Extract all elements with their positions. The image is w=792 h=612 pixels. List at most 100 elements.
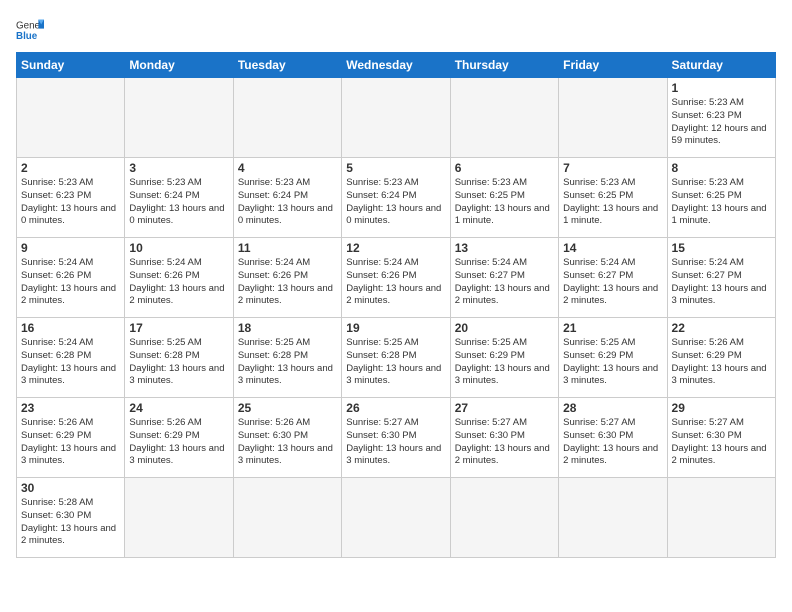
calendar-day-cell: 30 Sunrise: 5:28 AM Sunset: 6:30 PM Dayli… <box>17 478 125 558</box>
day-sun-info: Sunrise: 5:27 AM Sunset: 6:30 PM Dayligh… <box>672 417 771 468</box>
calendar-day-cell: 28 Sunrise: 5:27 AM Sunset: 6:30 PM Dayli… <box>559 398 667 478</box>
day-sun-info: Sunrise: 5:25 AM Sunset: 6:28 PM Dayligh… <box>238 337 337 388</box>
calendar-day-cell: 3 Sunrise: 5:23 AM Sunset: 6:24 PM Daylig… <box>125 158 233 238</box>
day-sun-info: Sunrise: 5:26 AM Sunset: 6:29 PM Dayligh… <box>129 417 228 468</box>
day-number: 29 <box>672 401 771 415</box>
day-number: 21 <box>563 321 662 335</box>
calendar-day-cell: 14 Sunrise: 5:24 AM Sunset: 6:27 PM Dayli… <box>559 238 667 318</box>
day-sun-info: Sunrise: 5:23 AM Sunset: 6:24 PM Dayligh… <box>129 177 228 228</box>
calendar-day-cell: 6Sunrise: 5:23 AM Sunset: 6:25 PM Daylig… <box>450 158 558 238</box>
calendar-day-cell <box>17 78 125 158</box>
calendar-day-cell: 29 Sunrise: 5:27 AM Sunset: 6:30 PM Dayli… <box>667 398 775 478</box>
day-number: 1 <box>672 81 771 95</box>
day-sun-info: Sunrise: 5:23 AM Sunset: 6:25 PM Dayligh… <box>672 177 771 228</box>
weekday-header-monday: Monday <box>125 53 233 78</box>
calendar-week-6: 30 Sunrise: 5:28 AM Sunset: 6:30 PM Dayli… <box>17 478 776 558</box>
day-sun-info: Sunrise: 5:24 AM Sunset: 6:26 PM Dayligh… <box>346 257 445 308</box>
day-sun-info: Sunrise: 5:24 AM Sunset: 6:27 PM Dayligh… <box>563 257 662 308</box>
day-number: 28 <box>563 401 662 415</box>
day-number: 13 <box>455 241 554 255</box>
generalblue-logo-icon: General Blue <box>16 16 44 44</box>
calendar-day-cell: 4 Sunrise: 5:23 AM Sunset: 6:24 PM Daylig… <box>233 158 341 238</box>
calendar-day-cell <box>667 478 775 558</box>
calendar-day-cell <box>450 478 558 558</box>
day-number: 10 <box>129 241 228 255</box>
day-sun-info: Sunrise: 5:23 AM Sunset: 6:24 PM Dayligh… <box>346 177 445 228</box>
calendar-day-cell <box>342 78 450 158</box>
header: General Blue <box>16 16 776 44</box>
day-number: 6 <box>455 161 554 175</box>
day-number: 3 <box>129 161 228 175</box>
weekday-header-tuesday: Tuesday <box>233 53 341 78</box>
calendar-day-cell <box>342 478 450 558</box>
day-number: 12 <box>346 241 445 255</box>
day-sun-info: Sunrise: 5:26 AM Sunset: 6:29 PM Dayligh… <box>21 417 120 468</box>
calendar-day-cell: 2Sunrise: 5:23 AM Sunset: 6:23 PM Daylig… <box>17 158 125 238</box>
calendar-table: SundayMondayTuesdayWednesdayThursdayFrid… <box>16 52 776 558</box>
calendar-day-cell: 24 Sunrise: 5:26 AM Sunset: 6:29 PM Dayli… <box>125 398 233 478</box>
calendar-day-cell: 11Sunrise: 5:24 AM Sunset: 6:26 PM Dayli… <box>233 238 341 318</box>
day-sun-info: Sunrise: 5:23 AM Sunset: 6:23 PM Dayligh… <box>672 97 771 148</box>
svg-text:Blue: Blue <box>16 31 38 42</box>
calendar-week-3: 9 Sunrise: 5:24 AM Sunset: 6:26 PM Daylig… <box>17 238 776 318</box>
weekday-header-thursday: Thursday <box>450 53 558 78</box>
calendar-day-cell <box>559 78 667 158</box>
calendar-day-cell: 23 Sunrise: 5:26 AM Sunset: 6:29 PM Dayli… <box>17 398 125 478</box>
day-sun-info: Sunrise: 5:25 AM Sunset: 6:28 PM Dayligh… <box>346 337 445 388</box>
day-sun-info: Sunrise: 5:25 AM Sunset: 6:28 PM Dayligh… <box>129 337 228 388</box>
day-number: 30 <box>21 481 120 495</box>
day-sun-info: Sunrise: 5:23 AM Sunset: 6:24 PM Dayligh… <box>238 177 337 228</box>
day-number: 16 <box>21 321 120 335</box>
day-number: 22 <box>672 321 771 335</box>
day-number: 25 <box>238 401 337 415</box>
day-sun-info: Sunrise: 5:26 AM Sunset: 6:29 PM Dayligh… <box>672 337 771 388</box>
calendar-day-cell <box>559 478 667 558</box>
calendar-day-cell: 12 Sunrise: 5:24 AM Sunset: 6:26 PM Dayli… <box>342 238 450 318</box>
day-number: 11 <box>238 241 337 255</box>
weekday-header-row: SundayMondayTuesdayWednesdayThursdayFrid… <box>17 53 776 78</box>
day-number: 9 <box>21 241 120 255</box>
calendar-day-cell: 13 Sunrise: 5:24 AM Sunset: 6:27 PM Dayli… <box>450 238 558 318</box>
day-sun-info: Sunrise: 5:23 AM Sunset: 6:25 PM Dayligh… <box>563 177 662 228</box>
day-number: 23 <box>21 401 120 415</box>
day-number: 17 <box>129 321 228 335</box>
day-sun-info: Sunrise: 5:26 AM Sunset: 6:30 PM Dayligh… <box>238 417 337 468</box>
calendar-day-cell: 18 Sunrise: 5:25 AM Sunset: 6:28 PM Dayli… <box>233 318 341 398</box>
calendar-day-cell: 25 Sunrise: 5:26 AM Sunset: 6:30 PM Dayli… <box>233 398 341 478</box>
day-number: 8 <box>672 161 771 175</box>
calendar-day-cell: 5 Sunrise: 5:23 AM Sunset: 6:24 PM Daylig… <box>342 158 450 238</box>
day-sun-info: Sunrise: 5:24 AM Sunset: 6:28 PM Dayligh… <box>21 337 120 388</box>
day-sun-info: Sunrise: 5:24 AM Sunset: 6:26 PM Dayligh… <box>129 257 228 308</box>
calendar-day-cell: 27 Sunrise: 5:27 AM Sunset: 6:30 PM Dayli… <box>450 398 558 478</box>
calendar-week-1: 1 Sunrise: 5:23 AM Sunset: 6:23 PM Daylig… <box>17 78 776 158</box>
calendar-day-cell: 19 Sunrise: 5:25 AM Sunset: 6:28 PM Dayli… <box>342 318 450 398</box>
day-sun-info: Sunrise: 5:27 AM Sunset: 6:30 PM Dayligh… <box>346 417 445 468</box>
calendar-day-cell: 1 Sunrise: 5:23 AM Sunset: 6:23 PM Daylig… <box>667 78 775 158</box>
day-number: 19 <box>346 321 445 335</box>
logo: General Blue <box>16 16 44 44</box>
day-number: 26 <box>346 401 445 415</box>
day-number: 27 <box>455 401 554 415</box>
weekday-header-saturday: Saturday <box>667 53 775 78</box>
calendar-day-cell <box>233 78 341 158</box>
calendar-week-4: 16 Sunrise: 5:24 AM Sunset: 6:28 PM Dayli… <box>17 318 776 398</box>
day-number: 4 <box>238 161 337 175</box>
day-sun-info: Sunrise: 5:25 AM Sunset: 6:29 PM Dayligh… <box>563 337 662 388</box>
calendar-day-cell: 20Sunrise: 5:25 AM Sunset: 6:29 PM Dayli… <box>450 318 558 398</box>
calendar-day-cell: 26 Sunrise: 5:27 AM Sunset: 6:30 PM Dayli… <box>342 398 450 478</box>
day-number: 15 <box>672 241 771 255</box>
day-sun-info: Sunrise: 5:24 AM Sunset: 6:26 PM Dayligh… <box>21 257 120 308</box>
day-number: 24 <box>129 401 228 415</box>
calendar-day-cell: 8 Sunrise: 5:23 AM Sunset: 6:25 PM Daylig… <box>667 158 775 238</box>
weekday-header-friday: Friday <box>559 53 667 78</box>
day-sun-info: Sunrise: 5:27 AM Sunset: 6:30 PM Dayligh… <box>563 417 662 468</box>
day-sun-info: Sunrise: 5:27 AM Sunset: 6:30 PM Dayligh… <box>455 417 554 468</box>
calendar-day-cell: 10 Sunrise: 5:24 AM Sunset: 6:26 PM Dayli… <box>125 238 233 318</box>
day-number: 18 <box>238 321 337 335</box>
day-sun-info: Sunrise: 5:24 AM Sunset: 6:27 PM Dayligh… <box>672 257 771 308</box>
day-sun-info: Sunrise: 5:24 AM Sunset: 6:27 PM Dayligh… <box>455 257 554 308</box>
day-sun-info: Sunrise: 5:28 AM Sunset: 6:30 PM Dayligh… <box>21 497 120 548</box>
day-number: 14 <box>563 241 662 255</box>
day-number: 5 <box>346 161 445 175</box>
calendar-day-cell: 16 Sunrise: 5:24 AM Sunset: 6:28 PM Dayli… <box>17 318 125 398</box>
